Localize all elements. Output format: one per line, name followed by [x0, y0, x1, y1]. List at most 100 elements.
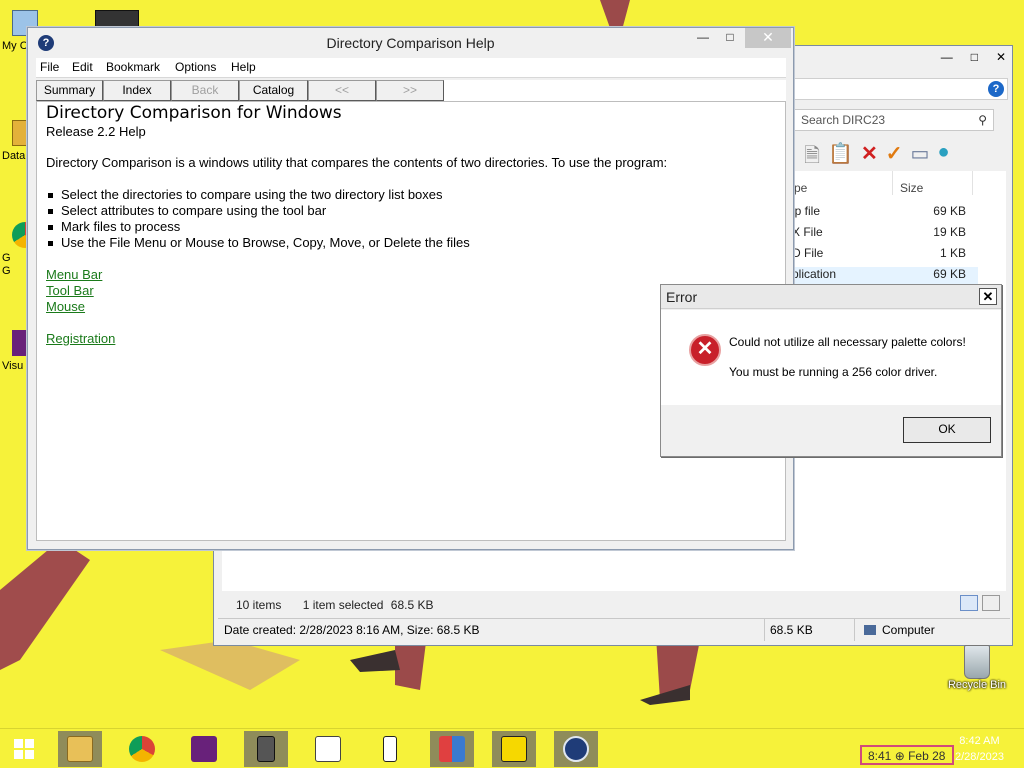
desktop-icon-recycle-bin[interactable]: Recycle Bin [944, 645, 1010, 691]
menu-edit[interactable]: Edit [72, 60, 93, 74]
catalog-button[interactable]: Catalog [239, 80, 308, 101]
column-divider [892, 171, 893, 195]
file-row[interactable]: D File 1 KB [792, 246, 978, 266]
column-header-type[interactable]: pe [794, 181, 807, 195]
recycle-bin-label: Recycle Bin [947, 679, 1007, 691]
desktop-icon-label: My C [2, 40, 28, 52]
menu-bar: File Edit Bookmark Options Help [36, 58, 786, 78]
details-view-icon[interactable] [960, 595, 978, 611]
taskbar-app-5[interactable] [492, 731, 536, 767]
globe-icon[interactable]: ● [937, 141, 949, 175]
menu-help[interactable]: Help [231, 60, 256, 74]
taskbar-file-explorer[interactable] [58, 731, 102, 767]
file-type: lp file [792, 204, 821, 218]
menu-bar-link[interactable]: Menu Bar [46, 267, 102, 282]
delete-icon[interactable]: ✕ [861, 141, 878, 175]
system-clock[interactable]: 8:42 AM 2/28/2023 [955, 733, 1004, 765]
rename-icon[interactable]: ▭ [911, 141, 930, 175]
column-divider [972, 171, 973, 195]
help-button-bar: Summary Index Back Catalog << >> [36, 80, 786, 101]
file-row[interactable]: X File 19 KB [792, 225, 978, 245]
app-icon [383, 736, 397, 762]
menu-file[interactable]: File [40, 60, 59, 74]
desktop-icon-computer[interactable]: My C [0, 10, 38, 52]
help-subheading: Release 2.2 Help [46, 124, 146, 139]
details-status-bar: Date created: 2/28/2023 8:16 AM, Size: 6… [218, 618, 1010, 641]
search-icon[interactable]: ⚲ [978, 113, 987, 127]
app-icon [501, 736, 527, 762]
error-dialog: Error ✕ ✕ Could not utilize all necessar… [660, 284, 1002, 457]
desktop-icon-visual-studio[interactable]: Visu [0, 330, 38, 372]
file-type: D File [792, 246, 824, 260]
index-button[interactable]: Index [103, 80, 171, 101]
status-divider [854, 619, 855, 641]
tray-text: 8:41 ⊕ Feb 28 [868, 749, 946, 763]
help-icon[interactable]: ? [988, 81, 1004, 97]
minimize-button[interactable]: — [689, 28, 717, 48]
taskbar-chrome[interactable] [120, 731, 164, 767]
large-icons-view-icon[interactable] [982, 595, 1000, 611]
computer-icon [864, 625, 876, 635]
desktop-icon-chrome[interactable]: G G [0, 222, 38, 277]
file-size: 1 KB [939, 246, 966, 260]
file-type: X File [792, 225, 823, 239]
tool-bar-link[interactable]: Tool Bar [46, 283, 94, 298]
clock-date: 2/28/2023 [955, 751, 1004, 763]
item-count-status: 10 items 1 item selected 68.5 KB [236, 598, 451, 612]
checkmark-icon[interactable]: ✓ [886, 141, 903, 175]
help-titlebar[interactable]: ? Directory Comparison Help — □ ✕ [28, 28, 793, 58]
selection-size: 68.5 KB [390, 598, 434, 612]
chrome-icon [129, 736, 155, 762]
paste-icon[interactable]: 📋 [828, 141, 853, 175]
browse-next-button[interactable]: >> [376, 80, 444, 101]
font-icon [315, 736, 341, 762]
list-item: Select the directories to compare using … [46, 187, 470, 203]
taskbar-app-2[interactable] [306, 731, 350, 767]
file-type: plication [792, 267, 837, 281]
search-input[interactable]: Search DIRC23 ⚲ [794, 109, 994, 131]
dialog-title: Error [666, 289, 698, 305]
list-item: Use the File Menu or Mouse to Browse, Co… [46, 235, 470, 251]
help-heading: Directory Comparison for Windows [46, 103, 342, 123]
registration-link[interactable]: Registration [46, 331, 115, 346]
maximize-button[interactable]: □ [716, 28, 744, 48]
desktop-icon-data[interactable]: Data [0, 120, 38, 162]
ok-button[interactable]: OK [903, 417, 991, 443]
minimize-button[interactable]: — [941, 50, 953, 64]
view-buttons [960, 595, 1000, 611]
menu-bookmark[interactable]: Bookmark [106, 60, 160, 74]
taskbar-help[interactable] [554, 731, 598, 767]
visual-studio-icon [191, 736, 217, 762]
error-dialog-titlebar[interactable]: Error ✕ [661, 285, 1001, 309]
start-button[interactable] [2, 731, 46, 767]
explorer-window-controls: — □ ✕ [941, 50, 1006, 64]
file-row[interactable]: lp file 69 KB [792, 204, 978, 224]
mouse-link[interactable]: Mouse [46, 299, 85, 314]
taskbar-app-3[interactable] [368, 731, 412, 767]
close-button[interactable]: ✕ [979, 288, 997, 305]
close-button[interactable]: ✕ [996, 50, 1006, 64]
desktop-icon-label: Visu [2, 360, 24, 372]
window-title: Directory Comparison Help [326, 35, 495, 51]
maximize-button[interactable]: □ [971, 50, 978, 64]
selection-count: 1 item selected [302, 598, 384, 612]
taskbar-app-4[interactable] [430, 731, 474, 767]
status-divider [764, 619, 765, 641]
location-status: Computer [864, 623, 935, 637]
browse-previous-button[interactable]: << [308, 80, 376, 101]
file-size: 19 KB [933, 225, 966, 239]
back-button[interactable]: Back [171, 80, 239, 101]
menu-options[interactable]: Options [175, 60, 216, 74]
app-icon [257, 736, 275, 762]
notification-area[interactable]: 8:41 ⊕ Feb 28 [860, 745, 954, 765]
copy-icon[interactable]: 🗎 [804, 141, 820, 175]
column-header-size[interactable]: Size [900, 181, 923, 195]
error-dialog-body: ✕ Could not utilize all necessary palett… [661, 310, 1001, 405]
taskbar-app-1[interactable] [244, 731, 288, 767]
file-size: 69 KB [933, 267, 966, 281]
close-button[interactable]: ✕ [745, 28, 791, 48]
summary-button[interactable]: Summary [36, 80, 103, 101]
address-bar[interactable]: ⌄ [792, 78, 1008, 100]
taskbar-visual-studio[interactable] [182, 731, 226, 767]
item-count: 10 items [236, 598, 282, 612]
